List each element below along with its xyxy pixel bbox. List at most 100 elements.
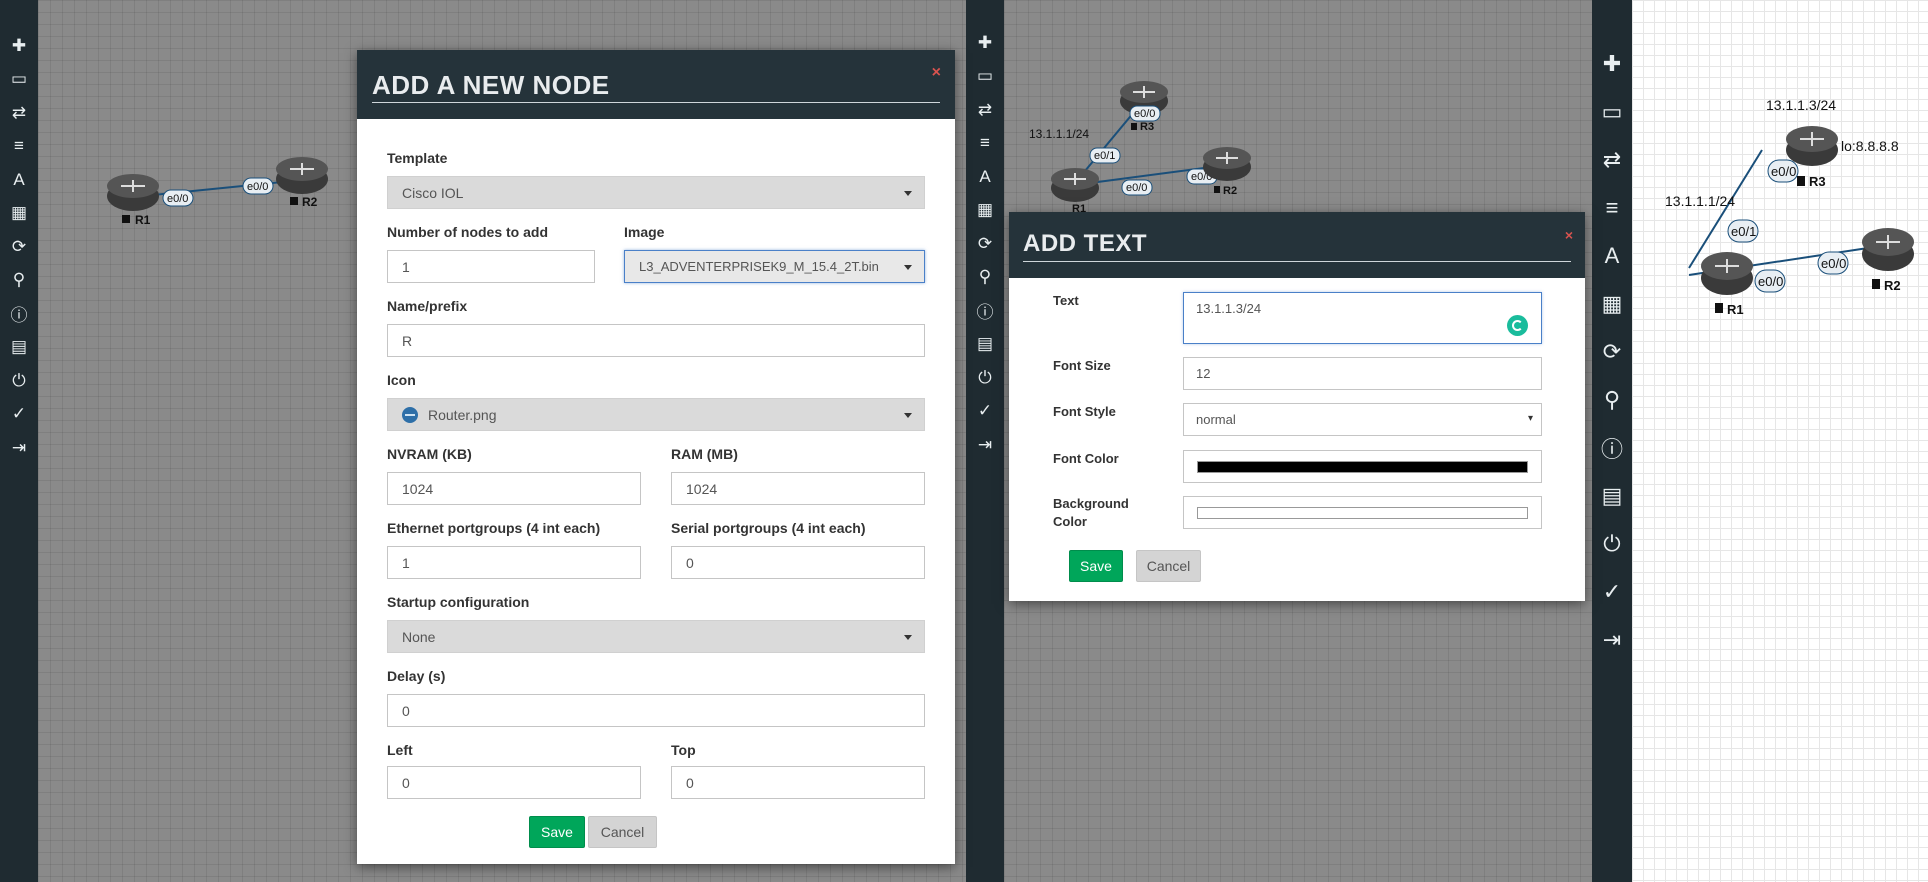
list-icon[interactable]: ▤ — [0, 331, 38, 365]
startup-select[interactable]: None — [387, 620, 925, 653]
align-left-icon[interactable]: ≡ — [1592, 184, 1632, 232]
refresh-icon[interactable]: ⟳ — [966, 227, 1004, 261]
check-circle-icon[interactable]: ✓ — [966, 395, 1004, 429]
node-label-r2: R2 — [1223, 185, 1237, 197]
node-status-icon — [1715, 303, 1723, 313]
grid-icon[interactable]: ▦ — [0, 197, 38, 231]
close-icon[interactable]: × — [932, 64, 941, 82]
serial-input[interactable]: 0 — [671, 546, 925, 579]
list-icon[interactable]: ▤ — [966, 328, 1004, 362]
image-select[interactable]: L3_ADVENTERPRISEK9_M_15.4_2T.bin — [624, 250, 925, 283]
ethernet-label: Ethernet portgroups (4 int each) — [387, 520, 601, 536]
font-color-picker[interactable] — [1183, 450, 1542, 483]
caret-down-icon — [904, 265, 912, 270]
plus-icon[interactable]: ✚ — [0, 29, 38, 63]
port-label-r1-e01: e0/1 — [1731, 224, 1756, 239]
info-icon[interactable]: ⓘ — [0, 297, 38, 331]
check-circle-icon[interactable]: ✓ — [0, 398, 38, 432]
zoom-icon[interactable]: ⚲ — [1592, 376, 1632, 424]
router-r1[interactable] — [1701, 252, 1753, 295]
align-left-icon[interactable]: ≡ — [0, 130, 38, 164]
top-input[interactable]: 0 — [671, 766, 925, 799]
server-icon[interactable]: ▭ — [966, 60, 1004, 94]
ram-value: 1024 — [686, 480, 718, 497]
sidebar: ✚ ▭ ⇄ ≡ A ▦ ⟳ ⚲ ⓘ ▤ ⏻ ✓ ⇥ — [966, 0, 1004, 882]
topology-canvas[interactable]: 13.1.1.3/24 lo:8.8.8.8 13.1.1.1/24 e0/0 … — [1632, 0, 1928, 882]
exchange-icon[interactable]: ⇄ — [1592, 136, 1632, 184]
list-icon[interactable]: ▤ — [1592, 472, 1632, 520]
power-icon[interactable]: ⏻ — [966, 361, 1004, 395]
node-status-icon — [122, 215, 130, 223]
count-input[interactable]: 1 — [387, 250, 595, 283]
startup-value: None — [402, 628, 436, 645]
zoom-icon[interactable]: ⚲ — [0, 264, 38, 298]
font-style-select[interactable]: normal ▾ — [1183, 403, 1542, 436]
router-r1[interactable] — [107, 174, 159, 211]
free-text-label[interactable]: 13.1.1.1/24 — [1665, 193, 1735, 209]
font-icon[interactable]: A — [1592, 232, 1632, 280]
info-icon[interactable]: ⓘ — [966, 294, 1004, 328]
plus-icon[interactable]: ✚ — [1592, 40, 1632, 88]
ethernet-input[interactable]: 1 — [387, 546, 641, 579]
logout-icon[interactable]: ⇥ — [966, 428, 1004, 462]
icon-select[interactable]: Router.png — [387, 398, 925, 431]
link-r1-r3[interactable] — [1688, 149, 1763, 269]
port-label-r2-e00: e0/0 — [247, 181, 268, 193]
info-icon[interactable]: ⓘ — [1592, 424, 1632, 472]
font-size-label: Font Size — [1053, 358, 1111, 373]
text-input[interactable]: 13.1.1.3/24 — [1183, 292, 1542, 344]
router-r3[interactable] — [1786, 126, 1838, 166]
topology-svg: 13.1.1.3/24 lo:8.8.8.8 13.1.1.1/24 e0/0 … — [1665, 97, 1926, 317]
font-size-input[interactable]: 12 — [1183, 357, 1542, 390]
align-left-icon[interactable]: ≡ — [966, 127, 1004, 161]
serial-label: Serial portgroups (4 int each) — [671, 520, 866, 536]
logout-icon[interactable]: ⇥ — [1592, 616, 1632, 664]
power-icon[interactable]: ⏻ — [1592, 520, 1632, 568]
nvram-input[interactable]: 1024 — [387, 472, 641, 505]
power-icon[interactable]: ⏻ — [0, 364, 38, 398]
free-text-label[interactable]: lo:8.8.8.8 — [1841, 138, 1899, 154]
cancel-button[interactable]: Cancel — [1136, 550, 1201, 582]
grid-icon[interactable]: ▦ — [966, 194, 1004, 228]
save-button[interactable]: Save — [529, 816, 585, 848]
spinner-icon — [1507, 315, 1528, 336]
cancel-button[interactable]: Cancel — [588, 816, 657, 848]
exchange-icon[interactable]: ⇄ — [966, 93, 1004, 127]
node-label-r2: R2 — [302, 195, 318, 209]
router-r2[interactable] — [1203, 147, 1251, 181]
bg-color-picker[interactable] — [1183, 496, 1542, 529]
font-icon[interactable]: A — [0, 163, 38, 197]
caret-down-icon — [904, 635, 912, 640]
free-text-label[interactable]: 13.1.1.1/24 — [1029, 127, 1089, 141]
logout-icon[interactable]: ⇥ — [0, 431, 38, 465]
refresh-icon[interactable]: ⟳ — [1592, 328, 1632, 376]
sidebar-icon-list: ✚ ▭ ⇄ ≡ A ▦ ⟳ ⚲ ⓘ ▤ ⏻ ✓ ⇥ — [966, 0, 1004, 462]
name-input[interactable]: R — [387, 324, 925, 357]
template-select[interactable]: Cisco IOL — [387, 176, 925, 209]
delay-input[interactable]: 0 — [387, 694, 925, 727]
server-icon[interactable]: ▭ — [0, 63, 38, 97]
name-label: Name/prefix — [387, 298, 468, 314]
check-circle-icon[interactable]: ✓ — [1592, 568, 1632, 616]
save-button[interactable]: Save — [1069, 550, 1123, 582]
left-input[interactable]: 0 — [387, 766, 641, 799]
free-text-label[interactable]: 13.1.1.3/24 — [1766, 97, 1836, 113]
font-icon[interactable]: A — [966, 160, 1004, 194]
refresh-icon[interactable]: ⟳ — [0, 230, 38, 264]
plus-icon[interactable]: ✚ — [966, 26, 1004, 60]
count-label: Number of nodes to add — [387, 224, 548, 240]
icon-label: Icon — [387, 372, 416, 388]
text-label: Text — [1053, 293, 1079, 308]
server-icon[interactable]: ▭ — [1592, 88, 1632, 136]
ram-input[interactable]: 1024 — [671, 472, 925, 505]
node-status-icon — [290, 197, 298, 205]
exchange-icon[interactable]: ⇄ — [0, 96, 38, 130]
router-r2[interactable] — [1862, 228, 1914, 271]
nvram-label: NVRAM (KB) — [387, 446, 472, 462]
grid-icon[interactable]: ▦ — [1592, 280, 1632, 328]
close-icon[interactable]: × — [1565, 227, 1573, 243]
zoom-icon[interactable]: ⚲ — [966, 261, 1004, 295]
router-r1[interactable] — [1051, 168, 1099, 202]
router-r2[interactable] — [276, 157, 328, 194]
bg-color-label-line1: Background — [1053, 496, 1129, 511]
